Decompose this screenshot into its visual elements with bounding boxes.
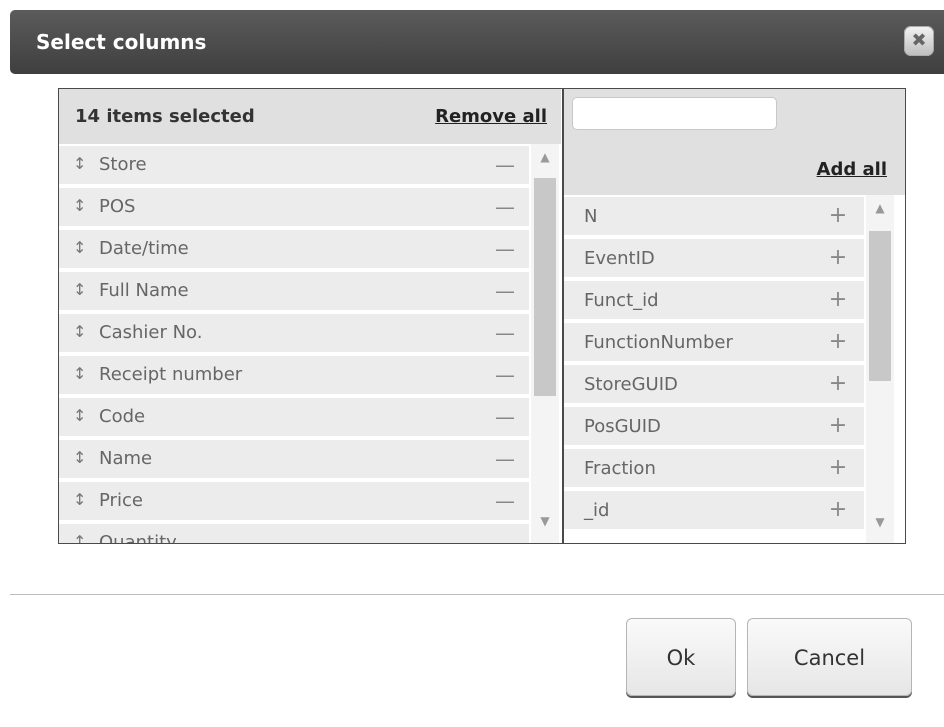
selected-item-label: Name — [99, 448, 153, 469]
available-item[interactable]: PosGUID + — [564, 405, 864, 445]
search-input[interactable] — [572, 97, 777, 130]
scroll-up-icon[interactable]: ▲ — [866, 201, 894, 215]
available-item[interactable]: _id + — [564, 489, 864, 529]
cancel-button[interactable]: Cancel — [747, 618, 912, 696]
selected-item-label: Price — [99, 490, 143, 511]
scroll-thumb[interactable] — [534, 178, 556, 396]
selected-columns-header: 14 items selected Remove all — [59, 89, 561, 144]
selected-item[interactable]: ↕ Receipt number — — [59, 354, 529, 394]
drag-handle-icon[interactable]: ↕ — [73, 532, 86, 543]
remove-item-icon[interactable]: — — [495, 279, 515, 303]
drag-handle-icon[interactable]: ↕ — [73, 490, 86, 509]
available-item-label: Fraction — [584, 458, 656, 479]
selected-item-label: Receipt number — [99, 364, 243, 385]
drag-handle-icon[interactable]: ↕ — [73, 154, 86, 173]
selected-item[interactable]: ↕ Full Name — — [59, 270, 529, 310]
available-item-label: N — [584, 206, 598, 227]
drag-handle-icon[interactable]: ↕ — [73, 364, 86, 383]
selected-item[interactable]: ↕ Quantity — — [59, 522, 529, 543]
remove-item-icon[interactable]: — — [495, 195, 515, 219]
add-item-icon[interactable]: + — [828, 413, 848, 438]
add-item-icon[interactable]: + — [828, 245, 848, 270]
selected-item[interactable]: ↕ Code — — [59, 396, 529, 436]
add-all-link[interactable]: Add all — [817, 159, 887, 180]
selected-count-label: 14 items selected — [75, 106, 255, 127]
add-item-icon[interactable]: + — [828, 455, 848, 480]
drag-handle-icon[interactable]: ↕ — [73, 322, 86, 341]
available-item-label: PosGUID — [584, 416, 661, 437]
footer-divider — [10, 594, 944, 595]
selected-item-label: Cashier No. — [99, 322, 203, 343]
selected-scrollbar[interactable]: ▲ ▼ — [531, 144, 559, 543]
add-item-icon[interactable]: + — [828, 287, 848, 312]
selected-item[interactable]: ↕ Price — — [59, 480, 529, 520]
remove-all-link[interactable]: Remove all — [435, 106, 547, 127]
add-item-icon[interactable]: + — [828, 203, 848, 228]
scroll-up-icon[interactable]: ▲ — [531, 150, 559, 164]
dialog-titlebar: Select columns — [10, 10, 944, 74]
remove-item-icon[interactable]: — — [495, 531, 515, 543]
drag-handle-icon[interactable]: ↕ — [73, 280, 86, 299]
add-item-icon[interactable]: + — [828, 497, 848, 522]
selected-item-label: Date/time — [99, 238, 189, 259]
remove-item-icon[interactable]: — — [495, 237, 515, 261]
remove-item-icon[interactable]: — — [495, 489, 515, 513]
drag-handle-icon[interactable]: ↕ — [73, 448, 86, 467]
selected-item[interactable]: ↕ Name — — [59, 438, 529, 478]
available-item-label: _id — [584, 500, 610, 521]
available-item-label: StoreGUID — [584, 374, 678, 395]
add-item-icon[interactable]: + — [828, 329, 848, 354]
remove-item-icon[interactable]: — — [495, 321, 515, 345]
available-item-label: Funct_id — [584, 290, 659, 311]
select-columns-dialog: Select columns ✖ 14 items selected Remov… — [0, 0, 944, 727]
remove-item-icon[interactable]: — — [495, 447, 515, 471]
selected-item-label: Code — [99, 406, 146, 427]
selected-item-label: Quantity — [99, 532, 177, 543]
drag-handle-icon[interactable]: ↕ — [73, 238, 86, 257]
available-item[interactable]: EventID + — [564, 237, 864, 277]
available-item-label: FunctionNumber — [584, 332, 733, 353]
close-icon[interactable]: ✖ — [904, 26, 934, 56]
available-item[interactable]: N + — [564, 195, 864, 235]
remove-item-icon[interactable]: — — [495, 153, 515, 177]
selected-item[interactable]: ↕ POS — — [59, 186, 529, 226]
selected-columns-panel: 14 items selected Remove all ↕ Store — ↕… — [59, 89, 561, 543]
drag-handle-icon[interactable]: ↕ — [73, 406, 86, 425]
drag-handle-icon[interactable]: ↕ — [73, 196, 86, 215]
remove-item-icon[interactable]: — — [495, 405, 515, 429]
available-item[interactable]: FunctionNumber + — [564, 321, 864, 361]
available-item[interactable]: Fraction + — [564, 447, 864, 487]
available-scrollbar[interactable]: ▲ ▼ — [866, 195, 894, 543]
add-item-icon[interactable]: + — [828, 371, 848, 396]
selected-item[interactable]: ↕ Store — — [59, 144, 529, 184]
selected-item-label: POS — [99, 196, 136, 217]
selected-item[interactable]: ↕ Cashier No. — — [59, 312, 529, 352]
dialog-title: Select columns — [36, 30, 207, 54]
column-picker: 14 items selected Remove all ↕ Store — ↕… — [58, 88, 906, 544]
available-columns-header: Add all — [564, 89, 905, 195]
remove-item-icon[interactable]: — — [495, 363, 515, 387]
available-columns-panel: Add all N + EventID + Funct_id + Functio… — [562, 89, 905, 543]
scroll-down-icon[interactable]: ▼ — [866, 515, 894, 529]
ok-button[interactable]: Ok — [626, 618, 736, 696]
available-item[interactable]: StoreGUID + — [564, 363, 864, 403]
available-item[interactable]: Funct_id + — [564, 279, 864, 319]
selected-item[interactable]: ↕ Date/time — — [59, 228, 529, 268]
available-item-label: EventID — [584, 248, 655, 269]
scroll-down-icon[interactable]: ▼ — [531, 514, 559, 528]
scroll-thumb[interactable] — [869, 231, 891, 381]
selected-item-label: Store — [99, 154, 147, 175]
selected-item-label: Full Name — [99, 280, 189, 301]
